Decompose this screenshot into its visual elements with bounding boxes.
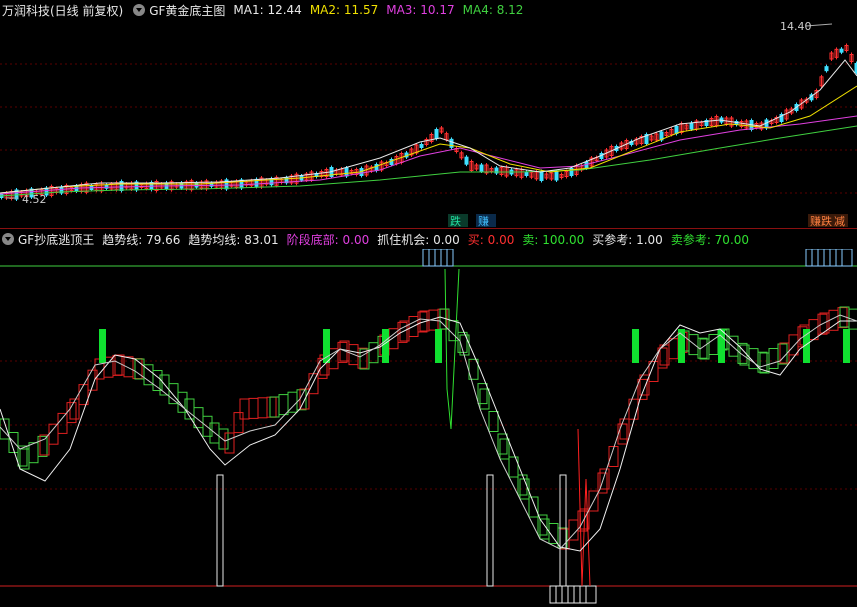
step-box xyxy=(497,433,508,455)
signal-zhuan: 赚 xyxy=(478,214,489,228)
step-box xyxy=(517,474,528,496)
step-box xyxy=(368,342,379,364)
step-box xyxy=(488,411,499,432)
step-box xyxy=(479,388,490,410)
high-price-label: 14.40 xyxy=(780,20,812,33)
ma3-line xyxy=(0,115,857,195)
step-box xyxy=(168,383,179,405)
trend-line xyxy=(0,314,857,550)
step-box xyxy=(57,412,68,434)
chevron-down-icon[interactable] xyxy=(2,233,14,245)
seize-chance-value: 抓住机会: 0.00 xyxy=(377,232,460,247)
candlestick-chart[interactable]: 14.40 4.52 跌 赚 赚跌 减 xyxy=(0,20,857,228)
signal-zhuandie: 赚跌 xyxy=(810,214,832,228)
buy-value: 买: 0.00 xyxy=(467,232,515,247)
trend-avg-value: 趋势均线: 83.01 xyxy=(188,232,279,247)
step-box xyxy=(278,394,289,416)
step-box xyxy=(337,341,348,363)
step-box xyxy=(619,418,630,440)
step-box xyxy=(266,396,277,418)
step-box xyxy=(218,428,229,450)
step-box xyxy=(123,356,134,378)
low-price-label: 4.52 xyxy=(22,193,47,206)
step-box xyxy=(28,442,39,464)
step-box xyxy=(257,397,268,419)
step-box xyxy=(637,378,648,400)
step-box xyxy=(39,434,50,456)
sell-value: 卖: 100.00 xyxy=(522,232,585,247)
ma4-value: MA4: 8.12 xyxy=(462,3,524,17)
main-chart-header: 万润科技(日线 前复权) GF黄金底主图 MA1: 12.44 MA2: 11.… xyxy=(0,0,531,20)
bottom-hatch xyxy=(549,585,597,604)
step-box xyxy=(699,338,710,360)
sub-chart-header: GF抄底逃顶王 趋势线: 79.66 趋势均线: 83.01 阶段底部: 0.0… xyxy=(0,229,757,249)
stage-bottom-value: 阶段底部: 0.00 xyxy=(286,232,370,247)
step-box xyxy=(788,334,799,356)
step-box xyxy=(837,307,848,329)
step-box xyxy=(688,334,699,356)
step-box xyxy=(239,398,250,420)
step-box xyxy=(287,391,298,413)
step-box xyxy=(617,423,628,445)
step-box xyxy=(224,432,235,454)
buy-ref-value: 买参考: 1.00 xyxy=(592,232,663,247)
oscillator-chart[interactable] xyxy=(0,249,857,607)
step-box xyxy=(202,415,213,437)
signal-jian: 减 xyxy=(834,215,845,228)
trend-average-line xyxy=(0,316,857,552)
sub-indicator-name[interactable]: GF抄底逃顶王 xyxy=(18,231,94,248)
step-box xyxy=(48,423,59,445)
bottom-bars xyxy=(216,474,567,587)
step-box xyxy=(728,335,739,357)
step-box xyxy=(668,338,679,360)
step-box xyxy=(37,435,48,457)
ma4-line xyxy=(0,125,857,197)
sell-ref-value: 卖参考: 70.00 xyxy=(670,232,750,247)
step-box xyxy=(233,412,244,434)
signal-die: 跌 xyxy=(450,214,461,228)
step-box xyxy=(639,374,650,396)
ma3-value: MA3: 10.17 xyxy=(386,3,455,17)
trend-line-value: 趋势线: 79.66 xyxy=(102,232,181,247)
chevron-down-icon[interactable] xyxy=(133,4,146,16)
ma2-value: MA2: 11.57 xyxy=(309,3,379,17)
main-indicator-name[interactable]: GF黄金底主图 xyxy=(149,2,225,19)
sell-signal-bars xyxy=(99,329,850,363)
ma1-value: MA1: 12.44 xyxy=(233,3,302,17)
ma1-line xyxy=(0,59,857,194)
step-box xyxy=(248,397,259,419)
top-hatch xyxy=(422,249,853,267)
step-box xyxy=(477,383,488,405)
app-title: 万润科技(日线 前复权) xyxy=(2,3,124,18)
step-box xyxy=(757,351,768,373)
step-box xyxy=(269,396,280,418)
step-box xyxy=(768,348,779,369)
step-box xyxy=(559,528,570,550)
step-box xyxy=(112,354,123,376)
step-box xyxy=(528,496,539,518)
step-box xyxy=(397,321,408,343)
step-box xyxy=(499,438,510,460)
